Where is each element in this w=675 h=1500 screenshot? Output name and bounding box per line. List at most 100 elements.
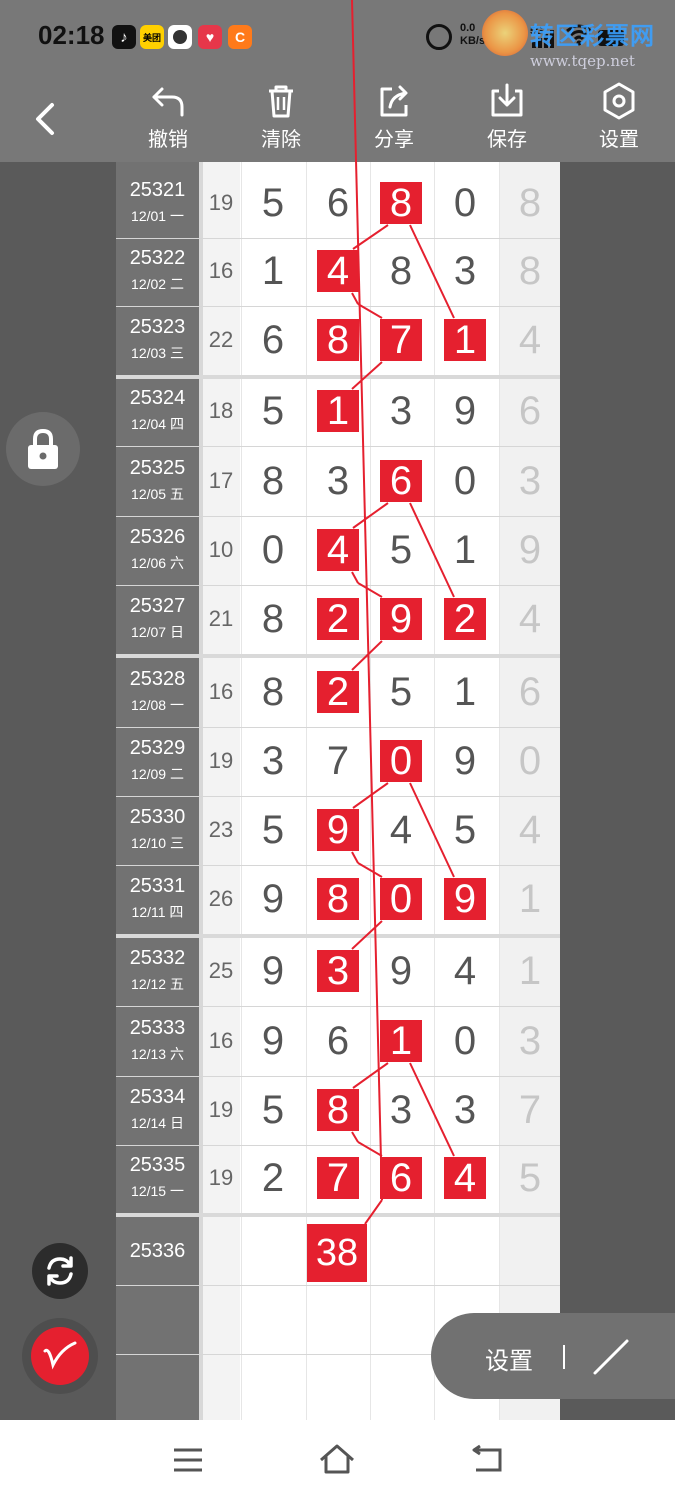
issue-date: 12/10 三 (131, 835, 184, 851)
back-button[interactable] (22, 95, 70, 143)
issue-number: 25329 (129, 737, 186, 759)
tail-digit: 5 (518, 1156, 542, 1200)
draw-digit: 6 (326, 1019, 350, 1063)
tail-digit: 1 (518, 877, 542, 921)
pill-separator (563, 1345, 565, 1369)
issue-number: 25328 (129, 668, 186, 690)
draw-digit: 3 (261, 739, 285, 783)
issue-number: 25322 (129, 247, 186, 269)
issue-date: 12/04 四 (131, 416, 184, 432)
issue-number: 25334 (129, 1086, 186, 1108)
draw-digit: 0 (453, 1019, 477, 1063)
issue-date: 12/02 二 (131, 276, 184, 292)
menu-icon[interactable] (172, 1446, 204, 1474)
draw-digit: 2 (326, 597, 350, 641)
floating-settings-pill[interactable]: 设置 (431, 1313, 675, 1399)
pen-button-inner (31, 1327, 89, 1385)
share-icon (380, 85, 408, 117)
grid-row-line (116, 727, 560, 728)
clear-button[interactable]: 清除 (241, 81, 321, 157)
share-button[interactable]: 分享 (354, 81, 434, 157)
issue-number: 25326 (129, 526, 186, 548)
lock-icon (28, 428, 58, 469)
floating-settings-label[interactable]: 设置 (485, 1341, 533, 1376)
tail-digit: 6 (518, 389, 542, 433)
draw-digit: 4 (326, 249, 350, 293)
draw-digit: 9 (453, 739, 477, 783)
digit-sum: 16 (208, 679, 234, 704)
draw-digit: 9 (389, 597, 413, 641)
pen-button[interactable] (22, 1318, 98, 1394)
watermark-logo-icon (482, 10, 528, 56)
back-nav-icon[interactable] (470, 1444, 504, 1474)
draw-digit: 1 (326, 389, 350, 433)
meituan-icon: 美团 (140, 25, 164, 49)
draw-digit: 6 (261, 318, 285, 362)
chevron-left-icon (36, 103, 54, 135)
draw-digit: 5 (389, 528, 413, 572)
line-tool-icon[interactable] (591, 1337, 631, 1377)
digit-sum: 16 (208, 258, 234, 283)
grid-row-line (116, 446, 560, 447)
tail-digit: 3 (518, 1019, 542, 1063)
clear-label: 清除 (261, 129, 301, 151)
issue-number: 25335 (129, 1154, 186, 1176)
watermark: 转区彩票网 www.tqep.net (482, 10, 672, 70)
tail-digit: 6 (518, 670, 542, 714)
settings-button[interactable]: 设置 (579, 81, 659, 157)
draw-digit: 8 (261, 459, 285, 503)
undo-button[interactable]: 撤销 (128, 81, 208, 157)
status-time: 02:18 (38, 20, 105, 50)
issue-date: 12/03 三 (131, 345, 184, 361)
refresh-button[interactable] (32, 1243, 88, 1299)
undo-label: 撤销 (148, 129, 188, 151)
tail-digit: 7 (518, 1088, 542, 1132)
issue-number: 25321 (129, 179, 186, 201)
tail-digit: 9 (518, 528, 542, 572)
issue-date: 12/05 五 (131, 486, 184, 502)
grid-row-line (116, 1213, 560, 1217)
draw-digit: 0 (389, 877, 413, 921)
tail-digit: 8 (518, 181, 542, 225)
draw-digit: 3 (453, 1088, 477, 1132)
home-icon[interactable] (318, 1442, 356, 1476)
draw-digit: 0 (453, 459, 477, 503)
draw-digit: 9 (389, 949, 413, 993)
save-button[interactable]: 保存 (467, 81, 547, 157)
issue-number: 25327 (129, 595, 186, 617)
draw-digit: 4 (326, 528, 350, 572)
issue-date: 12/14 日 (131, 1115, 184, 1131)
digit-sum: 17 (208, 468, 234, 493)
issue-date: 12/15 一 (131, 1183, 184, 1199)
trash-icon (269, 85, 293, 118)
draw-digit: 3 (326, 949, 350, 993)
prediction-box[interactable]: 38 (307, 1224, 367, 1282)
digit-sum: 22 (208, 327, 234, 352)
draw-digit: 0 (453, 181, 477, 225)
issue-number: 25330 (129, 806, 186, 828)
grid-row-line (116, 796, 560, 797)
issue-date: 12/11 四 (131, 904, 184, 920)
draw-digit: 5 (261, 808, 285, 852)
draw-digit: 1 (453, 528, 477, 572)
draw-digit: 2 (326, 670, 350, 714)
draw-digit: 1 (453, 318, 477, 362)
draw-digit: 8 (389, 249, 413, 293)
grid-row-line (116, 1145, 560, 1146)
grid-row-line (116, 238, 560, 239)
draw-digit: 4 (453, 949, 477, 993)
digit-sum: 19 (208, 1097, 234, 1122)
digit-sum: 23 (208, 817, 234, 842)
tail-digit: 0 (518, 739, 542, 783)
draw-digit: 7 (326, 739, 350, 783)
draw-digit: 2 (261, 1156, 285, 1200)
digit-sum: 26 (208, 886, 234, 911)
digit-sum: 19 (208, 190, 234, 215)
download-icon (491, 83, 523, 117)
digit-sum: 25 (208, 958, 234, 983)
next-issue-number: 25336 (129, 1240, 186, 1262)
tail-digit: 8 (518, 249, 542, 293)
draw-digit: 1 (453, 670, 477, 714)
lock-button[interactable] (6, 412, 80, 486)
grid-row-line (116, 654, 560, 658)
